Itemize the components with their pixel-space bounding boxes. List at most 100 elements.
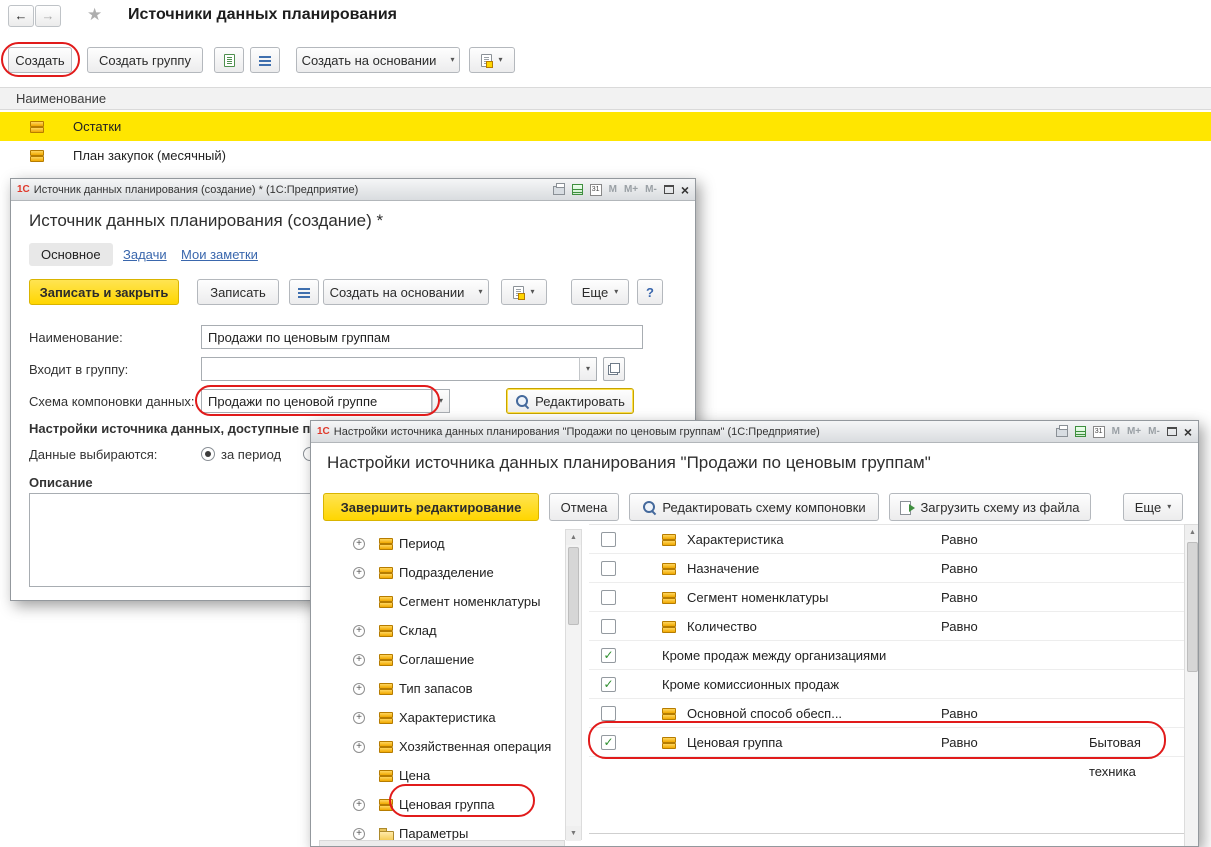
close-button[interactable]: × bbox=[1184, 425, 1192, 439]
settings-window-heading: Настройки источника данных планирования … bbox=[327, 453, 931, 473]
load-schema-button[interactable]: Загрузить схему из файла bbox=[889, 493, 1091, 521]
memory-m-plus-button[interactable]: M+ bbox=[624, 184, 638, 195]
tree-item[interactable]: +Подразделение bbox=[319, 558, 565, 587]
reports-dropdown-button[interactable]: ▾ bbox=[469, 47, 515, 73]
reports-dropdown-button[interactable]: ▾ bbox=[501, 279, 547, 305]
create-based-on-button[interactable]: Создать на основании ▾ bbox=[296, 47, 460, 73]
calendar-icon[interactable]: 31 bbox=[1093, 426, 1105, 438]
cancel-button[interactable]: Отмена bbox=[549, 493, 619, 521]
group-dropdown-button[interactable]: ▾ bbox=[579, 357, 597, 381]
tree-horizontal-scrollbar[interactable] bbox=[319, 840, 565, 847]
radio-period[interactable] bbox=[201, 447, 215, 461]
condition-row[interactable]: Основной способ обесп...Равно bbox=[589, 699, 1184, 728]
condition-row[interactable]: Сегмент номенклатурыРавно bbox=[589, 583, 1184, 612]
tree-item[interactable]: +Характеристика bbox=[319, 703, 565, 732]
scroll-up-icon[interactable]: ▲ bbox=[566, 530, 581, 545]
create-button[interactable]: Создать bbox=[8, 47, 72, 73]
print-icon[interactable] bbox=[1056, 428, 1068, 437]
checkbox[interactable] bbox=[601, 619, 616, 634]
condition-row[interactable]: НазначениеРавно bbox=[589, 554, 1184, 583]
more-button[interactable]: Еще ▾ bbox=[571, 279, 629, 305]
close-button[interactable]: × bbox=[681, 183, 689, 197]
tree-item[interactable]: +Ценовая группа bbox=[319, 790, 565, 819]
scroll-down-icon[interactable]: ▼ bbox=[566, 826, 581, 841]
checkbox[interactable]: ✓ bbox=[601, 677, 616, 692]
tree-item[interactable]: +Тип запасов bbox=[319, 674, 565, 703]
condition-row[interactable]: ✓Кроме продаж между организациями bbox=[589, 641, 1184, 670]
edit-composition-schema-button[interactable]: Редактировать схему компоновки bbox=[629, 493, 879, 521]
checkbox[interactable]: ✓ bbox=[601, 648, 616, 663]
tree-item[interactable]: +Хозяйственная операция bbox=[319, 732, 565, 761]
table-icon[interactable] bbox=[572, 184, 583, 195]
scroll-thumb[interactable] bbox=[1187, 542, 1198, 672]
save-and-close-button[interactable]: Записать и закрыть bbox=[29, 279, 179, 305]
create-window-title: Источник данных планирования (создание) … bbox=[34, 184, 553, 196]
forward-button[interactable]: → bbox=[35, 5, 61, 27]
schema-input[interactable] bbox=[201, 389, 432, 413]
memory-m-minus-button[interactable]: M- bbox=[645, 184, 657, 195]
tree-scrollbar[interactable]: ▲ ▼ bbox=[565, 529, 582, 840]
checkbox[interactable] bbox=[601, 532, 616, 547]
group-open-button[interactable] bbox=[603, 357, 625, 381]
expand-icon[interactable]: + bbox=[353, 538, 365, 550]
copy-item-button[interactable] bbox=[214, 47, 244, 73]
scroll-thumb[interactable] bbox=[568, 547, 579, 625]
maximize-button[interactable] bbox=[1167, 427, 1177, 436]
condition-row[interactable]: КоличествоРавно bbox=[589, 612, 1184, 641]
tree-item[interactable]: +Склад bbox=[319, 616, 565, 645]
condition-row[interactable]: ХарактеристикаРавно bbox=[589, 525, 1184, 554]
conditions-scrollbar[interactable]: ▲ bbox=[1184, 524, 1199, 847]
group-input[interactable] bbox=[201, 357, 597, 381]
create-window-titlebar[interactable]: 1С Источник данных планирования (создани… bbox=[11, 179, 695, 201]
table-icon[interactable] bbox=[1075, 426, 1086, 437]
tab-tasks[interactable]: Задачи bbox=[123, 243, 167, 266]
edit-schema-button[interactable]: Редактировать bbox=[506, 388, 634, 414]
expand-icon[interactable]: + bbox=[353, 712, 365, 724]
create-group-button[interactable]: Создать группу bbox=[87, 47, 203, 73]
radio-period-label[interactable]: за период bbox=[221, 447, 281, 462]
list-settings-button[interactable] bbox=[250, 47, 280, 73]
checkbox[interactable]: ✓ bbox=[601, 735, 616, 750]
column-header-name[interactable]: Наименование bbox=[0, 87, 1211, 110]
favorite-star-icon[interactable]: ★ bbox=[87, 5, 102, 25]
planning-source-row[interactable]: Остатки bbox=[0, 112, 1211, 141]
tab-notes[interactable]: Мои заметки bbox=[181, 243, 258, 266]
condition-row[interactable]: ✓Кроме комиссионных продаж bbox=[589, 670, 1184, 699]
print-icon[interactable] bbox=[553, 186, 565, 195]
tab-main[interactable]: Основное bbox=[29, 243, 113, 266]
save-button[interactable]: Записать bbox=[197, 279, 279, 305]
expand-icon[interactable]: + bbox=[353, 741, 365, 753]
tree-item[interactable]: +Соглашение bbox=[319, 645, 565, 674]
tree-item[interactable]: +Период bbox=[319, 529, 565, 558]
expand-icon[interactable]: + bbox=[353, 654, 365, 666]
schema-dropdown-button[interactable]: ▾ bbox=[432, 389, 450, 413]
tree-item[interactable]: Сегмент номенклатуры bbox=[319, 587, 565, 616]
list-settings-button[interactable] bbox=[289, 279, 319, 305]
planning-source-row[interactable]: План закупок (месячный) bbox=[0, 141, 1211, 170]
calendar-icon[interactable]: 31 bbox=[590, 184, 602, 196]
back-button[interactable]: ← bbox=[8, 5, 34, 27]
memory-m-button[interactable]: M bbox=[609, 184, 617, 195]
expand-icon[interactable]: + bbox=[353, 799, 365, 811]
help-button[interactable]: ? bbox=[637, 279, 663, 305]
expand-icon[interactable]: + bbox=[353, 828, 365, 840]
create-based-on-button[interactable]: Создать на основании ▾ bbox=[323, 279, 489, 305]
condition-row[interactable]: ✓Ценовая группаРавноБытовая техника bbox=[589, 728, 1184, 757]
more-button[interactable]: Еще ▾ bbox=[1123, 493, 1183, 521]
expand-icon[interactable]: + bbox=[353, 625, 365, 637]
condition-comparison: Равно bbox=[941, 554, 978, 583]
checkbox[interactable] bbox=[601, 590, 616, 605]
memory-m-plus-button[interactable]: M+ bbox=[1127, 426, 1141, 437]
name-input[interactable] bbox=[201, 325, 643, 349]
memory-m-minus-button[interactable]: M- bbox=[1148, 426, 1160, 437]
checkbox[interactable] bbox=[601, 706, 616, 721]
finish-editing-button[interactable]: Завершить редактирование bbox=[323, 493, 539, 521]
memory-m-button[interactable]: M bbox=[1112, 426, 1120, 437]
expand-icon[interactable]: + bbox=[353, 683, 365, 695]
scroll-up-icon[interactable]: ▲ bbox=[1185, 525, 1199, 540]
maximize-button[interactable] bbox=[664, 185, 674, 194]
expand-icon[interactable]: + bbox=[353, 567, 365, 579]
tree-item[interactable]: Цена bbox=[319, 761, 565, 790]
settings-window-titlebar[interactable]: 1С Настройки источника данных планирован… bbox=[311, 421, 1198, 443]
checkbox[interactable] bbox=[601, 561, 616, 576]
